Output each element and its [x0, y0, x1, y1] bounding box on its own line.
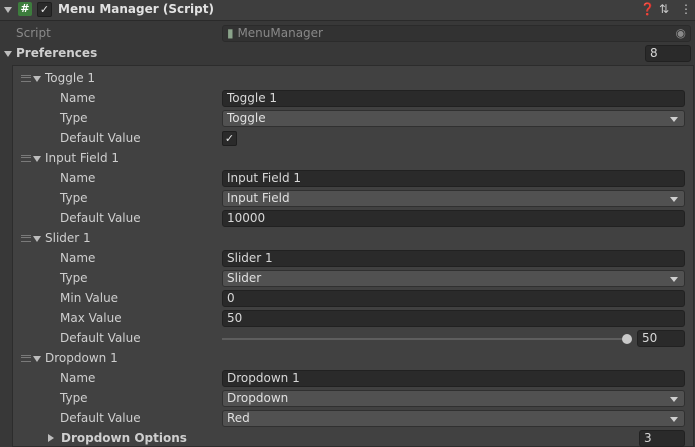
dropdown1-type-dropdown[interactable]: Dropdown: [222, 390, 685, 407]
object-picker-icon[interactable]: ◉: [676, 26, 686, 41]
slider1-min-input[interactable]: 0: [222, 290, 685, 307]
fold-arrow-icon[interactable]: [4, 7, 12, 13]
dropdown-value: Dropdown: [227, 391, 289, 405]
slider1-default-input[interactable]: 50: [637, 330, 685, 347]
input1-default-input[interactable]: 10000: [222, 210, 685, 227]
type-label: Type: [60, 191, 88, 205]
type-label: Type: [60, 391, 88, 405]
drag-handle-icon[interactable]: [21, 355, 31, 362]
max-value-label: Max Value: [60, 311, 122, 325]
element-header-input1[interactable]: Input Field 1: [45, 150, 119, 166]
element-fold-icon[interactable]: [33, 76, 41, 82]
preferences-size-field[interactable]: 8: [645, 45, 691, 62]
script-field-value: MenuManager: [237, 26, 323, 40]
drag-handle-icon[interactable]: [21, 155, 31, 162]
script-field: ▮ MenuManager ◉: [222, 25, 691, 42]
component-header[interactable]: # ✓ Menu Manager (Script) ❓ ⇅ ⋮: [0, 0, 695, 21]
element-fold-icon[interactable]: [33, 236, 41, 242]
toggle1-name-input[interactable]: Toggle 1: [222, 90, 685, 107]
toggle1-default-checkbox[interactable]: ✓: [222, 131, 237, 146]
help-icon[interactable]: ❓: [640, 2, 655, 16]
element-header-dropdown1[interactable]: Dropdown 1: [45, 350, 118, 366]
component-title: Menu Manager (Script): [58, 2, 214, 16]
dropdown-options-label[interactable]: Dropdown Options: [61, 430, 187, 446]
preferences-label[interactable]: Preferences: [16, 45, 97, 61]
default-value-label: Default Value: [60, 211, 141, 225]
preferences-fold-icon[interactable]: [4, 51, 12, 57]
name-label: Name: [60, 251, 96, 265]
name-label: Name: [60, 371, 96, 385]
element-fold-icon[interactable]: [33, 156, 41, 162]
csharp-script-icon: #: [18, 2, 32, 16]
dropdown1-default-dropdown[interactable]: Red: [222, 410, 685, 427]
default-value-label: Default Value: [60, 411, 141, 425]
script-file-icon: ▮: [227, 26, 234, 40]
slider1-max-input[interactable]: 50: [222, 310, 685, 327]
chevron-down-icon: [670, 417, 678, 422]
dropdown-options-size-field[interactable]: 3: [639, 430, 685, 447]
type-label: Type: [60, 271, 88, 285]
chevron-down-icon: [670, 277, 678, 282]
slider-track[interactable]: [222, 338, 628, 340]
element-fold-icon[interactable]: [33, 356, 41, 362]
dropdown-value: Input Field: [227, 191, 290, 205]
slider1-name-input[interactable]: Slider 1: [222, 250, 685, 267]
script-label: Script: [16, 26, 51, 40]
element-header-slider1[interactable]: Slider 1: [45, 230, 91, 246]
default-value-label: Default Value: [60, 331, 141, 345]
name-label: Name: [60, 91, 96, 105]
drag-handle-icon[interactable]: [21, 75, 31, 82]
slider-thumb[interactable]: [622, 334, 632, 344]
dropdown-value: Slider: [227, 271, 262, 285]
chevron-right-icon[interactable]: [48, 434, 54, 442]
min-value-label: Min Value: [60, 291, 119, 305]
toggle1-type-dropdown[interactable]: Toggle: [222, 110, 685, 127]
name-label: Name: [60, 171, 96, 185]
component-enabled-checkbox[interactable]: ✓: [37, 2, 52, 17]
input1-type-dropdown[interactable]: Input Field: [222, 190, 685, 207]
chevron-down-icon: [670, 117, 678, 122]
input1-name-input[interactable]: Input Field 1: [222, 170, 685, 187]
drag-handle-icon[interactable]: [21, 235, 31, 242]
chevron-down-icon: [670, 197, 678, 202]
dropdown-value: Red: [227, 411, 250, 425]
dropdown1-name-input[interactable]: Dropdown 1: [222, 370, 685, 387]
context-menu-icon[interactable]: ⋮: [680, 2, 692, 16]
default-value-label: Default Value: [60, 131, 141, 145]
element-header-toggle1[interactable]: Toggle 1: [45, 70, 95, 86]
type-label: Type: [60, 111, 88, 125]
dropdown-value: Toggle: [227, 111, 266, 125]
presets-icon[interactable]: ⇅: [659, 2, 669, 16]
chevron-down-icon: [670, 397, 678, 402]
slider1-type-dropdown[interactable]: Slider: [222, 270, 685, 287]
